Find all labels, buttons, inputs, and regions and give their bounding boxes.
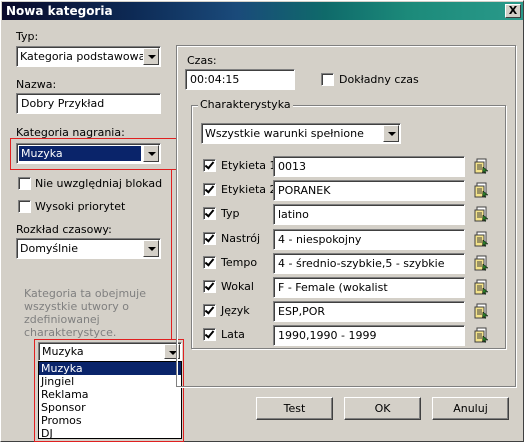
chevron-down-icon[interactable] <box>383 125 399 142</box>
picker-icon[interactable] <box>473 279 489 295</box>
name-label: Nazwa: <box>16 78 57 91</box>
info-line: zdefiniowanej <box>24 313 100 326</box>
chevron-down-icon[interactable] <box>143 240 159 257</box>
schedule-label: Rozkład czasowy: <box>16 223 112 236</box>
row-label: Lata <box>221 328 245 341</box>
exact-time-label: Dokładny czas <box>339 73 419 86</box>
row-checkbox[interactable] <box>203 183 216 196</box>
picker-icon[interactable] <box>473 231 489 247</box>
info-line: charakterystyce. <box>24 326 117 339</box>
dialog-window: Nowa kategoria X Typ: Kategoria podstawo… <box>0 0 524 442</box>
recording-category-value: Muzyka <box>19 146 141 161</box>
row-value-input[interactable]: 1990,1990 - 1999 <box>273 325 465 346</box>
row-checkbox[interactable] <box>203 232 216 245</box>
picker-icon[interactable] <box>473 206 489 222</box>
test-button[interactable]: Test <box>256 397 333 420</box>
dropdown-option[interactable]: Jingiel <box>39 375 181 388</box>
row-value-input[interactable]: 4 - niespokojny <box>273 229 465 250</box>
type-select[interactable]: Kategoria podstawowa <box>16 46 161 67</box>
ok-button[interactable]: OK <box>344 397 421 420</box>
window-title: Nowa kategoria <box>6 4 113 18</box>
row-label: Etykieta 2 <box>221 183 277 196</box>
row-value-input[interactable]: PORANEK <box>273 180 465 201</box>
characteristics-title: Charakterystyka <box>198 98 293 111</box>
exact-time-checkbox[interactable] <box>321 73 334 86</box>
time-label: Czas: <box>187 54 217 67</box>
dropdown-option[interactable]: DJ <box>39 427 181 440</box>
row-label: Etykieta 1 <box>221 159 277 172</box>
row-value-input[interactable]: ESP,POR <box>273 301 465 322</box>
annotation-connector <box>171 169 172 340</box>
name-input[interactable]: Dobry Przykład <box>16 93 161 114</box>
dropdown-option[interactable]: Promos <box>39 414 181 427</box>
row-checkbox[interactable] <box>203 207 216 220</box>
row-value-input[interactable]: 0013 <box>273 156 465 177</box>
ignore-locks-checkbox[interactable] <box>18 177 31 190</box>
picker-icon[interactable] <box>473 255 489 271</box>
category-dropdown-preview[interactable]: Muzyka <box>38 342 182 361</box>
row-checkbox[interactable] <box>203 159 216 172</box>
row-label: Nastrój <box>221 232 261 245</box>
row-checkbox[interactable] <box>203 280 216 293</box>
dropdown-option[interactable]: Reklama <box>39 388 181 401</box>
row-value-input[interactable]: latino <box>273 204 465 225</box>
condition-select-value: Wszystkie warunki spełnione <box>205 127 364 140</box>
condition-select[interactable]: Wszystkie warunki spełnione <box>201 123 401 144</box>
schedule-select-value: Domyślnie <box>20 242 79 255</box>
title-bar[interactable]: Nowa kategoria X <box>2 2 523 20</box>
row-value-input[interactable]: F - Female (wokalist <box>273 277 465 298</box>
high-priority-checkbox[interactable] <box>18 200 31 213</box>
row-label: Język <box>221 304 250 317</box>
schedule-select[interactable]: Domyślnie <box>16 238 161 259</box>
cancel-button[interactable]: Anuluj <box>432 397 509 420</box>
picker-icon[interactable] <box>473 182 489 198</box>
dropdown-option[interactable]: Sponsor <box>39 401 181 414</box>
picker-icon[interactable] <box>473 327 489 343</box>
ignore-locks-label: Nie uwzględniaj blokad <box>35 177 163 190</box>
row-label: Wokal <box>221 280 254 293</box>
close-button[interactable]: X <box>505 4 521 18</box>
category-dropdown-list[interactable]: Muzyka Jingiel Reklama Sponsor Promos DJ <box>38 361 182 440</box>
row-label: Tempo <box>221 256 258 269</box>
dropdown-value: Muzyka <box>42 345 84 358</box>
chevron-down-icon[interactable] <box>143 145 159 162</box>
picker-icon[interactable] <box>473 303 489 319</box>
category-info-text: Kategoria ta obejmuje wszystkie utwory o… <box>24 287 146 339</box>
picker-icon[interactable] <box>473 158 489 174</box>
row-checkbox[interactable] <box>203 256 216 269</box>
row-checkbox[interactable] <box>203 304 216 317</box>
type-select-value: Kategoria podstawowa <box>20 50 146 63</box>
dropdown-option[interactable]: Muzyka <box>39 362 181 375</box>
info-line: wszystkie utwory o <box>24 300 130 313</box>
time-input[interactable]: 00:04:15 <box>185 69 295 90</box>
high-priority-label: Wysoki priorytet <box>35 200 126 213</box>
row-value-input[interactable]: 4 - średnio-szybkie,5 - szybkie <box>273 253 465 274</box>
recording-category-select[interactable]: Muzyka <box>16 143 161 164</box>
row-checkbox[interactable] <box>203 328 216 341</box>
chevron-down-icon[interactable] <box>143 48 159 65</box>
row-label: Typ <box>221 207 240 220</box>
info-line: Kategoria ta obejmuje <box>24 287 146 300</box>
type-label: Typ: <box>16 30 39 43</box>
